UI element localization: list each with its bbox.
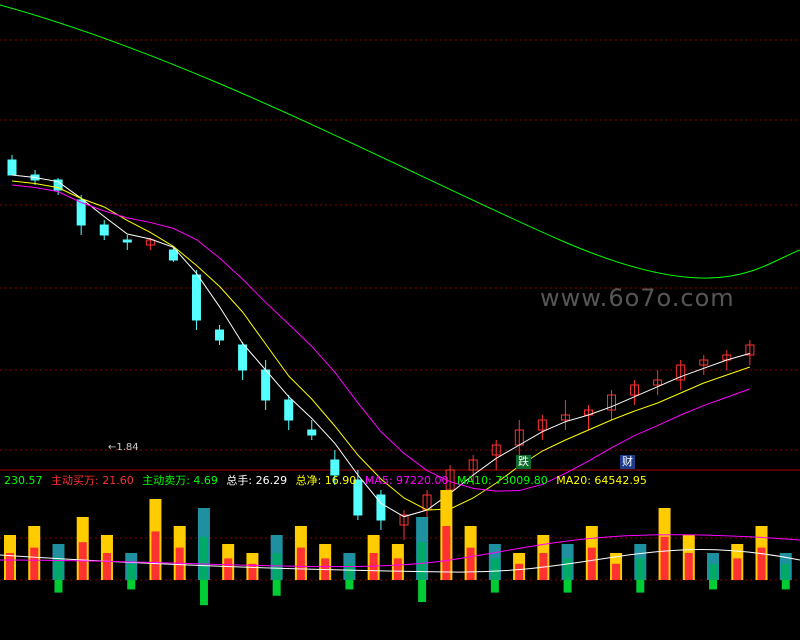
volume-bar-inner [224, 558, 233, 580]
volume-bar-inner [127, 563, 136, 580]
candle-body [238, 344, 248, 371]
volume-bar-inner [151, 531, 160, 580]
volume-bar-inner [587, 547, 596, 580]
volume-bar-inner [563, 558, 572, 580]
volume-bar-inner [781, 563, 790, 580]
watermark: www.6o7o.com [540, 284, 735, 312]
volume-bar-inner [757, 547, 766, 580]
volume-bar-negative [418, 580, 427, 603]
volume-bar-inner [199, 536, 208, 580]
finance-tag[interactable]: 财 [620, 455, 635, 469]
active-buy-value: 主动买万: 21.60 [51, 474, 134, 487]
indicator-value: 230.57 [4, 474, 43, 487]
total-volume-value: 总手: 26.29 [226, 474, 288, 487]
volume-bar-negative [54, 580, 63, 593]
volume-bar-negative [127, 580, 136, 590]
volume-bar-negative [490, 580, 499, 593]
candle-body [215, 329, 225, 341]
ma60-line [0, 4, 800, 279]
volume-bar-negative [345, 580, 354, 590]
volume-bar-negative [781, 580, 790, 590]
volume-bar-inner [684, 553, 693, 580]
volume-bar-inner [709, 563, 718, 580]
candle-body [307, 429, 317, 436]
low-price-label: ←1.84 [108, 442, 139, 453]
candle-body [376, 494, 386, 521]
volume-bar-negative [272, 580, 281, 596]
volume-bar-inner [418, 542, 427, 580]
volume-bar-negative [709, 580, 718, 590]
volume-bar-inner [248, 563, 257, 580]
ma10-value: MA10: 73009.80 [457, 474, 548, 487]
volume-bar-inner [612, 563, 621, 580]
volume-bar-inner [393, 558, 402, 580]
volume-bar-inner [30, 547, 39, 580]
volume-bar-inner [54, 558, 63, 580]
volume-bar-inner [466, 547, 475, 580]
volume-bar-inner [733, 558, 742, 580]
total-net-value: 总净: 16.90 [295, 474, 357, 487]
chart-canvas [0, 4, 800, 606]
volume-bar-inner [660, 536, 669, 580]
ma20-value: MA20: 64542.95 [556, 474, 647, 487]
candle-body [99, 224, 109, 236]
volume-bar-negative [563, 580, 572, 593]
ma5-line [11, 174, 751, 518]
fall-tag[interactable]: 跌 [516, 455, 531, 469]
ma5-value: MA5: 97220.00 [364, 474, 449, 487]
volume-bar-inner [515, 563, 524, 580]
candle-body [261, 369, 271, 401]
active-sell-value: 主动卖万: 4.69 [142, 474, 218, 487]
candle-body [122, 239, 132, 243]
volume-bar-inner [296, 547, 305, 580]
volume-bar-inner [272, 553, 281, 580]
volume-bar-inner [490, 558, 499, 580]
volume-bar-negative [636, 580, 645, 593]
volume-bar-inner [636, 558, 645, 580]
volume-bar-inner [102, 553, 111, 580]
candle-body [284, 399, 294, 421]
volume-bar-inner [6, 553, 14, 580]
candle-body [7, 159, 17, 176]
stock-chart-window: ←1.84 跌 财 230.57 主动买万: 21.60 主动卖万: 4.69 … [0, 0, 800, 640]
volume-bar-negative [199, 580, 208, 606]
indicator-info-bar: 230.57 主动买万: 21.60 主动卖万: 4.69 总手: 26.29 … [4, 472, 652, 488]
candle-body [191, 274, 201, 321]
candle-body [168, 249, 178, 261]
